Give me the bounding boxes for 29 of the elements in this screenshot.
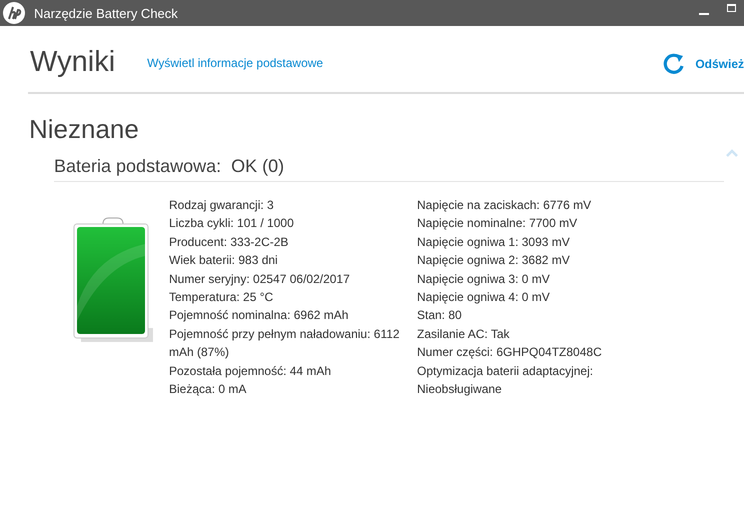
battery-detail: Numer części: 6GHPQ04TZ8048C (417, 344, 602, 362)
maximize-icon[interactable] (727, 4, 736, 12)
minimize-icon[interactable] (699, 12, 709, 14)
battery-heading: Bateria podstawowa: OK (0) (54, 156, 284, 176)
refresh-icon (662, 52, 686, 76)
battery-detail: Bieżąca: 0 mA (169, 381, 246, 398)
battery-detail: Napięcie ogniwa 4: 0 mV (417, 289, 550, 306)
battery-detail: Producent: 333-2C-2B (169, 234, 288, 251)
battery-detail: Numer seryjny: 02547 06/02/2017 (169, 270, 350, 288)
window-title: Narzędzie Battery Check (34, 6, 178, 20)
battery-detail: Temperatura: 25 °C (169, 289, 274, 306)
battery-detail: Napięcie nominalne: 7700 mV (417, 215, 578, 232)
page-title: Wyniki (29, 46, 116, 78)
battery-detail: Optymizacja baterii adaptacyjnej: Nieobsługiwane (417, 362, 594, 398)
battery-detail: Zasilanie AC: Tak (417, 326, 510, 343)
battery-detail: Napięcie ogniwa 1: 3093 mV (417, 234, 570, 251)
refresh-button[interactable]: Odśwież (662, 52, 744, 76)
battery-detail: Napięcie ogniwa 2: 3682 mV (417, 252, 570, 270)
battery-detail: Pojemność nominalna: 6962 mAh (169, 307, 348, 324)
basic-info-link[interactable]: Wyświetl informacje podstawowe (147, 56, 324, 70)
battery-detail: Stan: 80 (417, 307, 462, 324)
battery-detail: Rodzaj gwarancji: 3 (169, 197, 274, 214)
battery-detail: Wiek baterii: 983 dni (169, 252, 278, 270)
status-heading: Nieznane (29, 114, 140, 145)
battery-detail: Pojemność przy pełnym naładowaniu: 6112 mAh (87%) (169, 326, 401, 362)
battery-detail: Pozostała pojemność: 44 mAh (169, 362, 332, 380)
battery-detail: Napięcie ogniwa 3: 0 mV (417, 270, 550, 288)
battery-detail: Liczba cykli: 101 / 1000 (169, 215, 294, 232)
battery-detail: Napięcie na zaciskach: 6776 mV (417, 197, 592, 214)
